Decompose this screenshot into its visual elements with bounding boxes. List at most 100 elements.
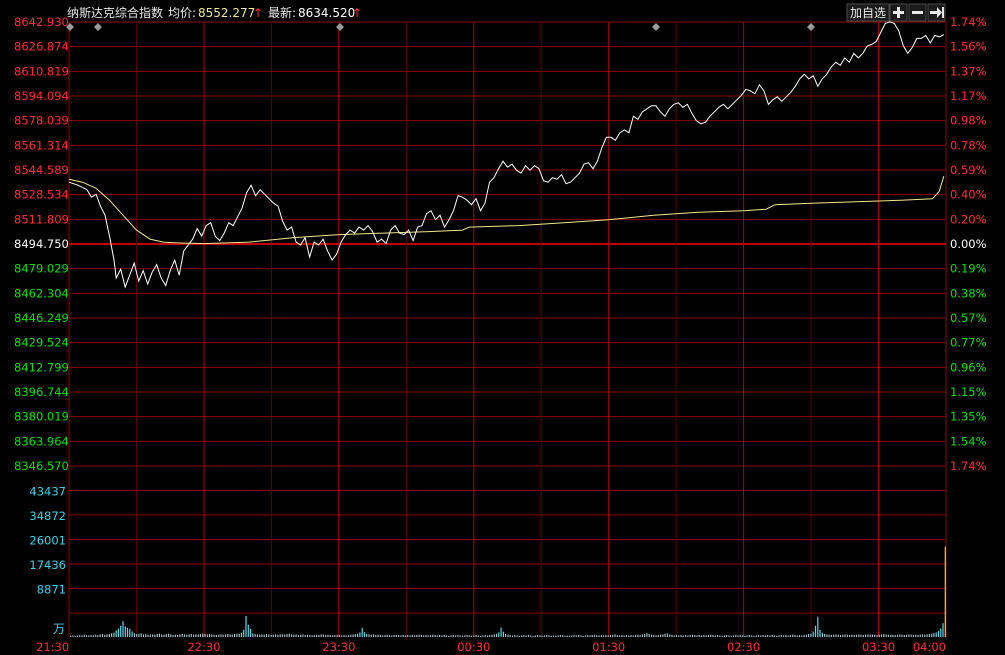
volume-bar [573, 635, 575, 637]
volume-bar [559, 635, 561, 637]
zoom-in-button[interactable] [889, 3, 908, 22]
volume-bar [359, 632, 361, 637]
volume-bar [530, 635, 532, 637]
volume-tick-label: 8871 [37, 583, 66, 597]
volume-bar [202, 633, 204, 637]
percent-tick-label: 0.19% [950, 262, 987, 276]
volume-bar [555, 635, 557, 637]
volume-bar [928, 634, 930, 637]
volume-bar [279, 634, 281, 637]
volume-bar [607, 635, 609, 637]
percent-tick-label: 1.37% [950, 64, 987, 78]
volume-bar [669, 634, 671, 637]
percent-tick-label: 1.17% [950, 89, 987, 103]
volume-bar [598, 635, 600, 637]
volume-bar [70, 635, 72, 637]
volume-bar [762, 635, 764, 637]
volume-bar [168, 633, 170, 637]
volume-bar [926, 634, 928, 637]
volume-bar [429, 635, 432, 637]
volume-bar [101, 634, 104, 637]
volume-bar [498, 632, 500, 637]
volume-bar [291, 634, 293, 637]
volume-bar [789, 635, 791, 637]
volume-bar [398, 635, 400, 637]
volume-bar [899, 634, 901, 637]
percent-tick-label: 1.15% [950, 385, 987, 399]
volume-bar [188, 634, 190, 637]
price-tick-label: 8642.930 [14, 15, 69, 29]
volume-bar [682, 635, 684, 637]
volume-bar [218, 634, 220, 637]
volume-bar [309, 635, 311, 637]
volume-bar [375, 635, 377, 637]
volume-bar [149, 634, 151, 637]
price-tick-label: 8578.039 [14, 114, 69, 128]
volume-bar [373, 634, 375, 637]
volume-bar [106, 634, 108, 637]
volume-bar [742, 635, 744, 637]
volume-bar [593, 634, 596, 637]
volume-bar [439, 635, 441, 637]
volume-bar [332, 635, 334, 637]
volume-bar [427, 635, 429, 637]
volume-bar [115, 630, 117, 637]
volume-bar [295, 634, 297, 637]
volume-bar [589, 635, 591, 637]
volume-bar [170, 634, 172, 637]
volume-bar [860, 634, 862, 637]
volume-bar [824, 634, 826, 637]
volume-tick-label: 43437 [29, 485, 66, 499]
volume-bar [395, 634, 397, 637]
price-tick-label: 8346.570 [14, 459, 69, 473]
volume-bar [532, 635, 534, 637]
volume-bar [329, 635, 331, 637]
volume-bar [154, 634, 156, 637]
volume-bar [737, 635, 739, 637]
volume-bar [543, 635, 545, 637]
volume-bar [261, 634, 263, 637]
volume-bar [894, 635, 896, 637]
volume-bar [473, 635, 475, 637]
exit-button[interactable] [927, 3, 946, 22]
volume-bar [578, 635, 580, 637]
chart-background [0, 0, 1005, 655]
volume-bar [906, 634, 908, 637]
volume-bar [723, 635, 725, 637]
volume-bar [912, 635, 914, 637]
volume-bar [623, 635, 625, 637]
volume-bar [760, 635, 762, 637]
volume-bar [186, 634, 188, 637]
price-tick-label: 8544.589 [14, 163, 69, 177]
volume-bar [275, 634, 277, 637]
price-tick-label: 8462.304 [14, 286, 69, 300]
volume-bar [826, 634, 828, 637]
zoom-out-button[interactable] [908, 3, 927, 22]
volume-bar [404, 635, 407, 637]
volume-bar [525, 635, 527, 637]
volume-bar [418, 634, 420, 637]
volume-bar [306, 634, 309, 637]
volume-bar [842, 634, 844, 637]
volume-bar [120, 625, 122, 637]
volume-bar [318, 635, 320, 637]
volume-bar [391, 635, 393, 637]
time-tick-label: 22:30 [187, 640, 220, 654]
volume-bar [76, 635, 78, 637]
add-watchlist-button[interactable]: 加自选 [846, 3, 890, 22]
volume-bar [514, 635, 516, 637]
volume-bar [596, 635, 598, 637]
volume-bar [505, 634, 507, 637]
price-tick-label: 8429.524 [14, 336, 69, 350]
volume-bar [874, 634, 876, 637]
volume-bar [746, 635, 748, 637]
volume-bar [896, 634, 899, 637]
volume-bar [142, 634, 145, 637]
volume-bar [901, 634, 903, 637]
volume-bar [744, 635, 746, 637]
volume-bar [145, 634, 147, 637]
intraday-chart[interactable]: 纳斯达克综合指数 均价: 8552.277 ↑ 最新: 8634.520 ↑ 加… [0, 0, 1005, 655]
volume-bar [637, 634, 639, 637]
volume-bar [263, 634, 265, 637]
volume-bar [489, 635, 491, 637]
